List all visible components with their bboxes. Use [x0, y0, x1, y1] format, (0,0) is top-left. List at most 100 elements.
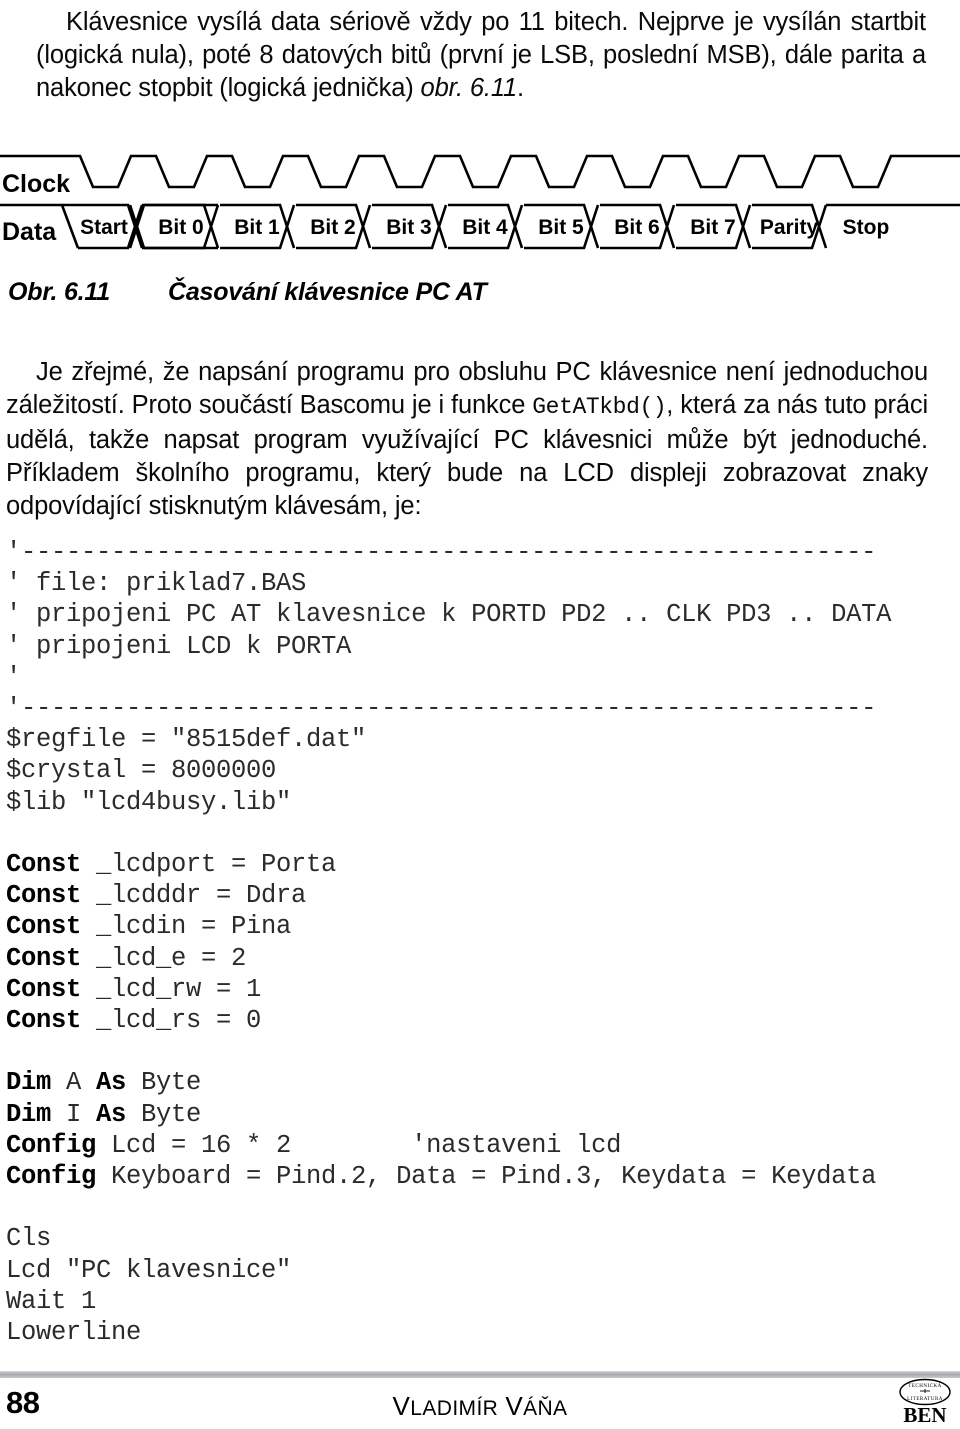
- code-line: Config Lcd = 16 * 2 'nastaveni lcd: [6, 1130, 946, 1161]
- data-cell-label: Bit 5: [538, 216, 584, 239]
- code-text: $regfile = "8515def.dat": [6, 725, 367, 755]
- code-line: Const _lcdin = Pina: [6, 911, 946, 942]
- logo-wordmark: BEN: [903, 1403, 946, 1424]
- code-text: ': [6, 662, 22, 692]
- code-keyword: Config: [6, 1162, 97, 1192]
- author-lastname-initial: V: [505, 1391, 524, 1421]
- data-cell-label: Bit 2: [310, 216, 356, 239]
- code-text: Wait 1: [6, 1286, 97, 1316]
- code-keyword: Const: [6, 850, 82, 880]
- author-firstname-initial: V: [392, 1391, 411, 1421]
- code-listing: '---------------------------------------…: [6, 537, 946, 1348]
- code-line: Lcd "PC klavesnice": [6, 1255, 946, 1286]
- code-text: Cls: [6, 1224, 52, 1254]
- code-text: Byte: [126, 1099, 202, 1129]
- inline-code-getatkbd: GetATkbd(): [532, 394, 667, 420]
- body-paragraph: Je zřejmé, že napsání programu pro obslu…: [6, 356, 928, 523]
- code-line: $regfile = "8515def.dat": [6, 724, 946, 755]
- code-line: ' pripojeni LCD k PORTA: [6, 631, 946, 662]
- code-line: Const _lcd_rw = 1: [6, 974, 946, 1005]
- clock-waveform: [0, 154, 960, 189]
- data-cell-label: Bit 0: [158, 216, 204, 239]
- code-text: ' pripojeni LCD k PORTA: [6, 631, 352, 661]
- intro-paragraph: Klávesnice vysílá data sériově vždy po 1…: [36, 6, 926, 105]
- code-text: _lcd_e = 2: [81, 943, 247, 973]
- code-line: Dim I As Byte: [6, 1099, 946, 1130]
- code-text: _lcdin = Pina: [81, 912, 292, 942]
- code-text: Keyboard = Pind.2, Data = Pind.3, Keydat…: [96, 1162, 877, 1192]
- code-line: Const _lcd_rs = 0: [6, 1005, 946, 1036]
- code-text: '---------------------------------------…: [6, 538, 877, 567]
- code-keyword: Dim: [6, 1099, 52, 1129]
- code-line: Cls: [6, 1223, 946, 1254]
- data-cell-label: Bit 3: [386, 216, 432, 239]
- ben-logo-svg: TECHNICKÁ LITERATURA BEN: [899, 1378, 951, 1427]
- footer-author: VLADIMÍR VÁŇA: [0, 1391, 960, 1422]
- code-text: ' pripojeni PC AT klavesnice k PORTD PD2…: [6, 600, 892, 630]
- data-cell-label: Start: [80, 216, 128, 239]
- code-keyword: Const: [6, 912, 82, 942]
- logo-bottom-text: LITERATURA: [907, 1397, 943, 1402]
- publisher-logo-ben: TECHNICKÁ LITERATURA BEN: [897, 1378, 953, 1427]
- data-cell-label: Bit 1: [234, 216, 280, 239]
- code-line: '---------------------------------------…: [6, 693, 946, 724]
- code-text: _lcdport = Porta: [81, 850, 337, 880]
- code-text: _lcd_rw = 1: [81, 974, 262, 1004]
- intro-figure-reference: obr. 6.11: [420, 74, 518, 102]
- code-text: Lcd = 16 * 2 'nastaveni lcd: [96, 1130, 622, 1160]
- footer-divider: [0, 1371, 960, 1378]
- code-keyword: Const: [6, 1006, 82, 1036]
- code-line: Lowerline: [6, 1317, 946, 1348]
- code-keyword: Dim: [6, 1068, 52, 1098]
- author-firstname-rest: LADIMÍR: [410, 1397, 499, 1420]
- data-cell-label: Stop: [843, 216, 890, 239]
- code-line: Config Keyboard = Pind.2, Data = Pind.3,…: [6, 1161, 946, 1192]
- code-text: Lowerline: [6, 1318, 142, 1348]
- figure-caption-number: Obr. 6.11: [8, 278, 110, 306]
- code-line: ' pripojeni PC AT klavesnice k PORTD PD2…: [6, 599, 946, 630]
- author-lastname-rest: ÁŇA: [523, 1397, 568, 1420]
- data-cell-label: Bit 6: [614, 216, 660, 239]
- code-keyword: As: [96, 1068, 127, 1098]
- data-cell-label: Bit 4: [462, 216, 508, 239]
- code-line: Wait 1: [6, 1286, 946, 1317]
- code-text: '---------------------------------------…: [6, 694, 877, 724]
- code-text: Lcd "PC klavesnice": [6, 1255, 292, 1285]
- code-text: A: [51, 1068, 97, 1098]
- code-keyword: Const: [6, 974, 82, 1004]
- clock-row-label: Clock: [2, 170, 70, 198]
- code-line: Const _lcdddr = Ddra: [6, 880, 946, 911]
- code-keyword: Const: [6, 943, 82, 973]
- code-text: Byte: [126, 1068, 202, 1098]
- code-line: Const _lcdport = Porta: [6, 849, 946, 880]
- timing-diagram-svg: Clock Data Start Bit 0 Bit 1 Bit 2 Bit 3…: [0, 154, 960, 250]
- data-cell-label: Bit 7: [690, 216, 736, 239]
- figure-caption: Obr. 6.11 Časování klávesnice PC AT: [8, 278, 487, 307]
- code-text: I: [51, 1099, 97, 1129]
- intro-text-run-3: .: [517, 74, 524, 102]
- code-text: _lcd_rs = 0: [81, 1006, 262, 1036]
- code-line: '---------------------------------------…: [6, 537, 946, 568]
- data-cell-label: Parity: [760, 216, 819, 239]
- timing-diagram-figure: Clock Data Start Bit 0 Bit 1 Bit 2 Bit 3…: [0, 140, 960, 255]
- document-page: Klávesnice vysílá data sériově vždy po 1…: [0, 0, 960, 1427]
- code-text: $crystal = 8000000: [6, 756, 277, 786]
- code-line: $crystal = 8000000: [6, 755, 946, 786]
- data-row-label: Data: [2, 218, 57, 246]
- code-line: ': [6, 662, 946, 693]
- figure-caption-text: Časování klávesnice PC AT: [167, 278, 487, 306]
- code-line: Const _lcd_e = 2: [6, 943, 946, 974]
- code-keyword: Const: [6, 881, 82, 911]
- code-text: _lcdddr = Ddra: [81, 881, 307, 911]
- code-line: Dim A As Byte: [6, 1067, 946, 1098]
- code-keyword: Config: [6, 1130, 97, 1160]
- code-line: ' file: priklad7.BAS: [6, 568, 946, 599]
- code-line: $lib "lcd4busy.lib": [6, 787, 946, 818]
- logo-top-text: TECHNICKÁ: [908, 1383, 941, 1389]
- code-text: ' file: priklad7.BAS: [6, 569, 307, 599]
- code-text: $lib "lcd4busy.lib": [6, 787, 292, 817]
- code-keyword: As: [96, 1099, 127, 1129]
